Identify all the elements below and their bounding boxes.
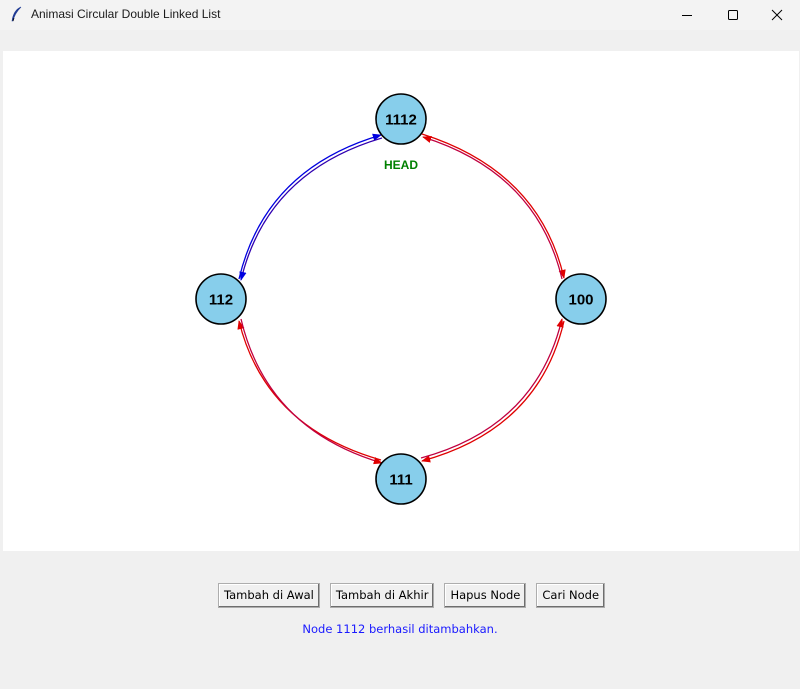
node-value: 111	[389, 472, 412, 489]
link-100-1112	[422, 135, 563, 280]
close-button[interactable]	[754, 0, 800, 30]
link-1112-100	[421, 133, 566, 279]
node-1112: 1112	[375, 93, 427, 145]
delete-node-button[interactable]: Hapus Node	[444, 583, 527, 608]
link-111-100	[420, 318, 564, 459]
head-label: HEAD	[384, 158, 418, 172]
link-112-1112	[238, 133, 382, 280]
minimize-button[interactable]	[664, 0, 710, 30]
node-111: 111	[375, 453, 427, 505]
add-last-button[interactable]: Tambah di Akhir	[329, 583, 435, 608]
linked-list-diagram: 1112 HEAD 100 111 112	[195, 93, 607, 505]
link-100-111	[421, 320, 565, 463]
link-1112-112	[239, 137, 383, 281]
search-node-button[interactable]: Cari Node	[536, 583, 606, 608]
node-112: 112	[195, 273, 247, 325]
minimize-icon	[682, 15, 692, 16]
window-title: Animasi Circular Double Linked List	[31, 7, 221, 21]
animation-canvas: 1112 HEAD 100 111 112	[3, 51, 799, 551]
links	[237, 133, 566, 465]
feather-icon	[11, 6, 22, 22]
add-first-button[interactable]: Tambah di Awal	[218, 583, 320, 608]
link-112-111	[240, 318, 383, 465]
node-value: 100	[568, 292, 593, 309]
status-message: Node 1112 berhasil ditambahkan.	[302, 622, 498, 636]
maximize-icon	[728, 10, 738, 20]
node-value: 112	[209, 292, 233, 309]
close-icon	[771, 9, 783, 21]
control-buttons: Tambah di Awal Tambah di Akhir Hapus Nod…	[218, 583, 606, 609]
node-value: 1112	[385, 112, 417, 129]
maximize-button[interactable]	[710, 0, 756, 30]
link-111-112	[237, 320, 382, 461]
title-bar: Animasi Circular Double Linked List	[0, 0, 800, 30]
node-100: 100	[555, 273, 607, 325]
